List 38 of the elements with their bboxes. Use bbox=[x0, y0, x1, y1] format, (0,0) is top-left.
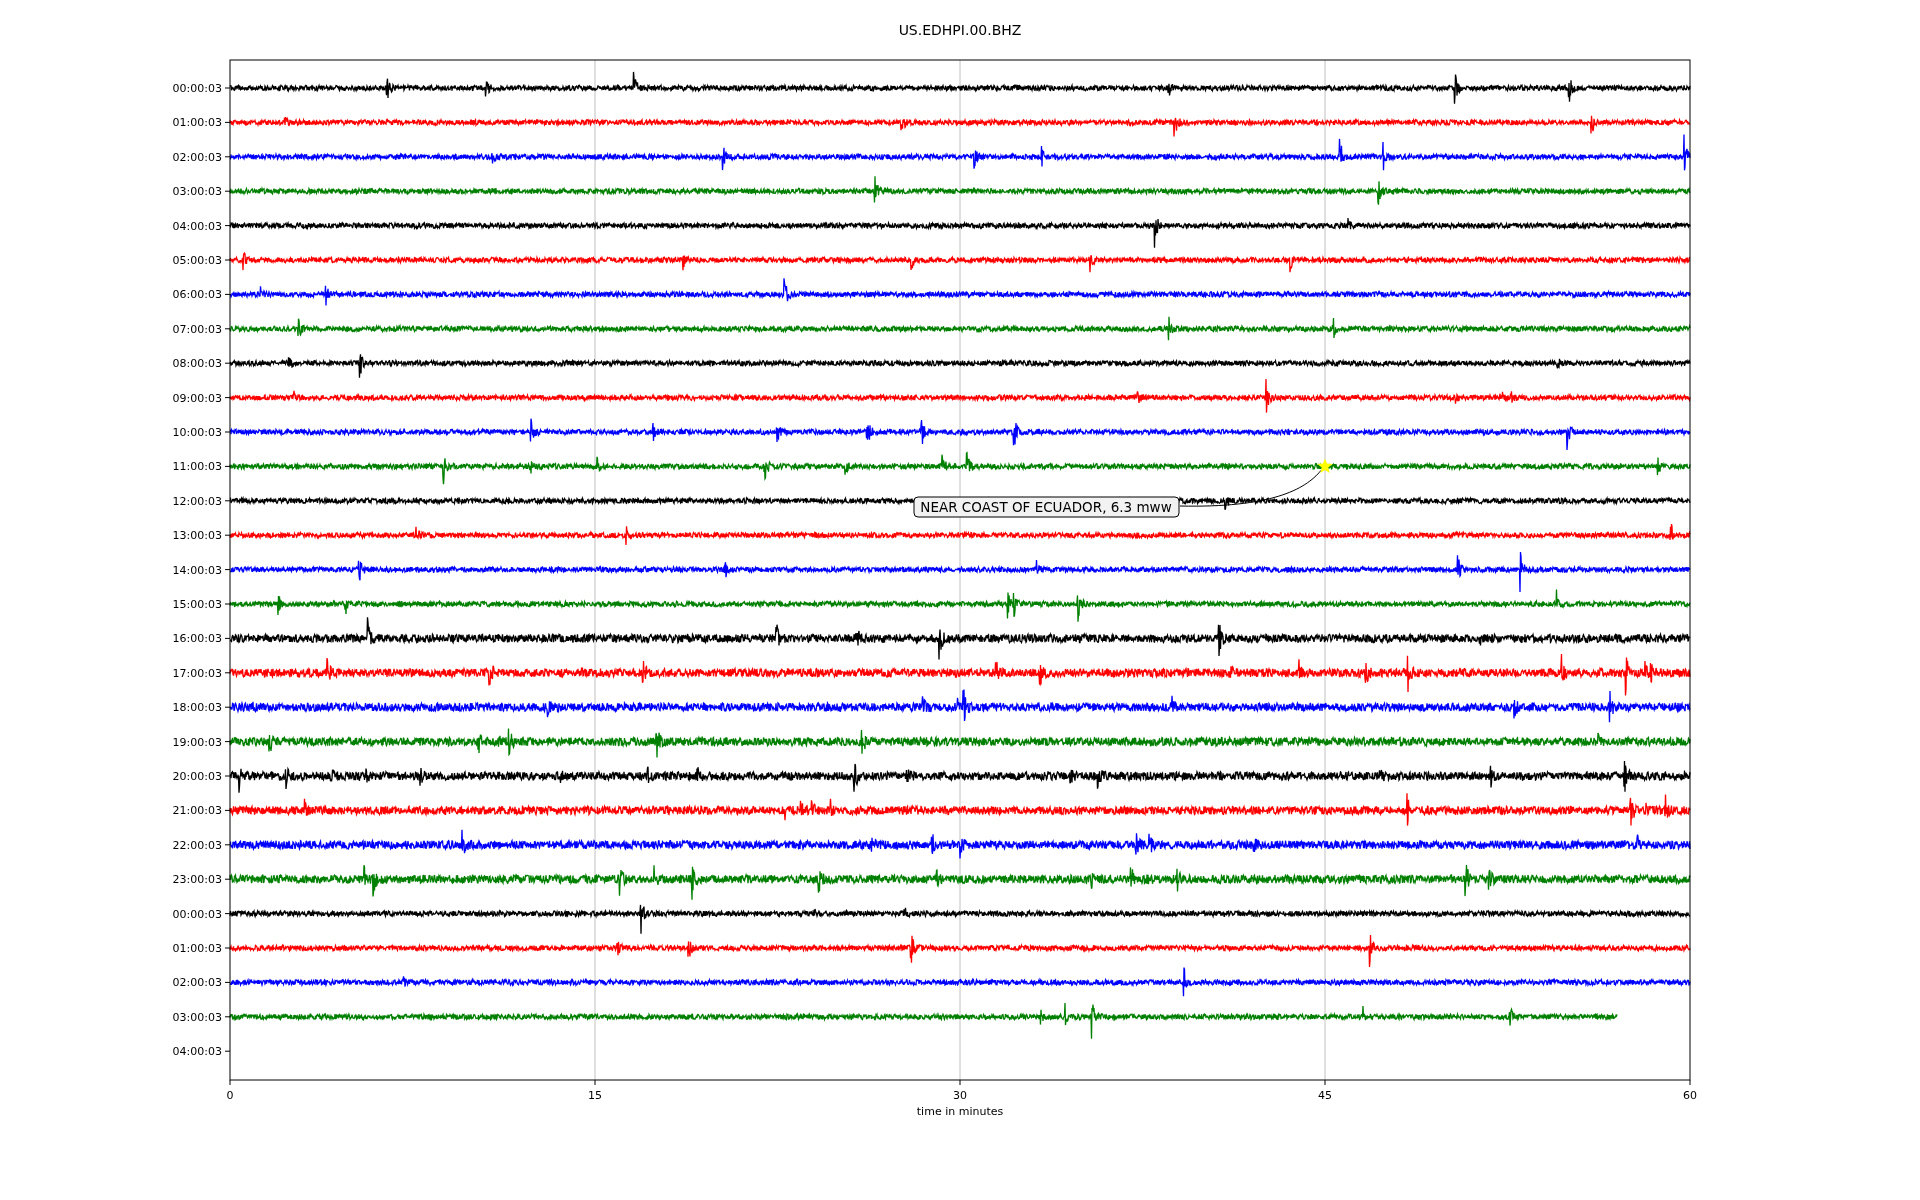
time-label: 13:00:03 bbox=[172, 529, 222, 543]
time-label: 16:00:03 bbox=[172, 632, 222, 646]
time-label: 07:00:03 bbox=[172, 322, 222, 336]
minute-label: 15 bbox=[588, 1089, 602, 1102]
minute-label: 60 bbox=[1683, 1089, 1697, 1102]
time-label: 01:00:03 bbox=[172, 942, 222, 955]
chart-title: US.EDHPI.00.BHZ bbox=[898, 22, 1022, 38]
time-label: 01:00:03 bbox=[172, 116, 222, 130]
time-label: 04:00:03 bbox=[172, 219, 222, 233]
minute-label: 30 bbox=[953, 1089, 967, 1102]
minute-label: 0 bbox=[226, 1089, 234, 1102]
time-label: 00:00:03 bbox=[172, 82, 222, 95]
time-label: 00:00:03 bbox=[172, 907, 222, 921]
time-label: 05:00:03 bbox=[172, 254, 222, 267]
time-label: 03:00:03 bbox=[172, 185, 222, 199]
time-label: 17:00:03 bbox=[172, 666, 222, 680]
time-label: 10:00:03 bbox=[172, 426, 222, 439]
time-label: 14:00:03 bbox=[172, 563, 222, 577]
time-label: 06:00:03 bbox=[172, 288, 222, 302]
time-label: 04:00:03 bbox=[172, 1045, 222, 1059]
star-icon bbox=[1317, 458, 1333, 473]
time-label: 15:00:03 bbox=[172, 598, 222, 611]
time-label: 23:00:03 bbox=[172, 873, 222, 887]
minute-label: 45 bbox=[1318, 1089, 1332, 1102]
time-label: 03:00:03 bbox=[172, 1010, 222, 1024]
time-label: 08:00:03 bbox=[172, 357, 222, 371]
time-label: 02:00:03 bbox=[172, 976, 222, 990]
time-label: 02:00:03 bbox=[172, 150, 222, 164]
time-label: 12:00:03 bbox=[172, 494, 222, 508]
event-label: NEAR COAST OF ECUADOR, 6.3 mww bbox=[913, 496, 1180, 518]
time-label: 22:00:03 bbox=[172, 838, 222, 852]
axis-title: time in minutes bbox=[916, 1105, 1004, 1118]
time-label: 20:00:03 bbox=[172, 770, 222, 783]
time-label: 18:00:03 bbox=[172, 701, 222, 715]
time-label: 19:00:03 bbox=[172, 735, 222, 749]
time-label: 09:00:03 bbox=[172, 391, 222, 405]
time-label: 11:00:03 bbox=[172, 460, 222, 474]
time-label: 21:00:03 bbox=[172, 804, 222, 818]
